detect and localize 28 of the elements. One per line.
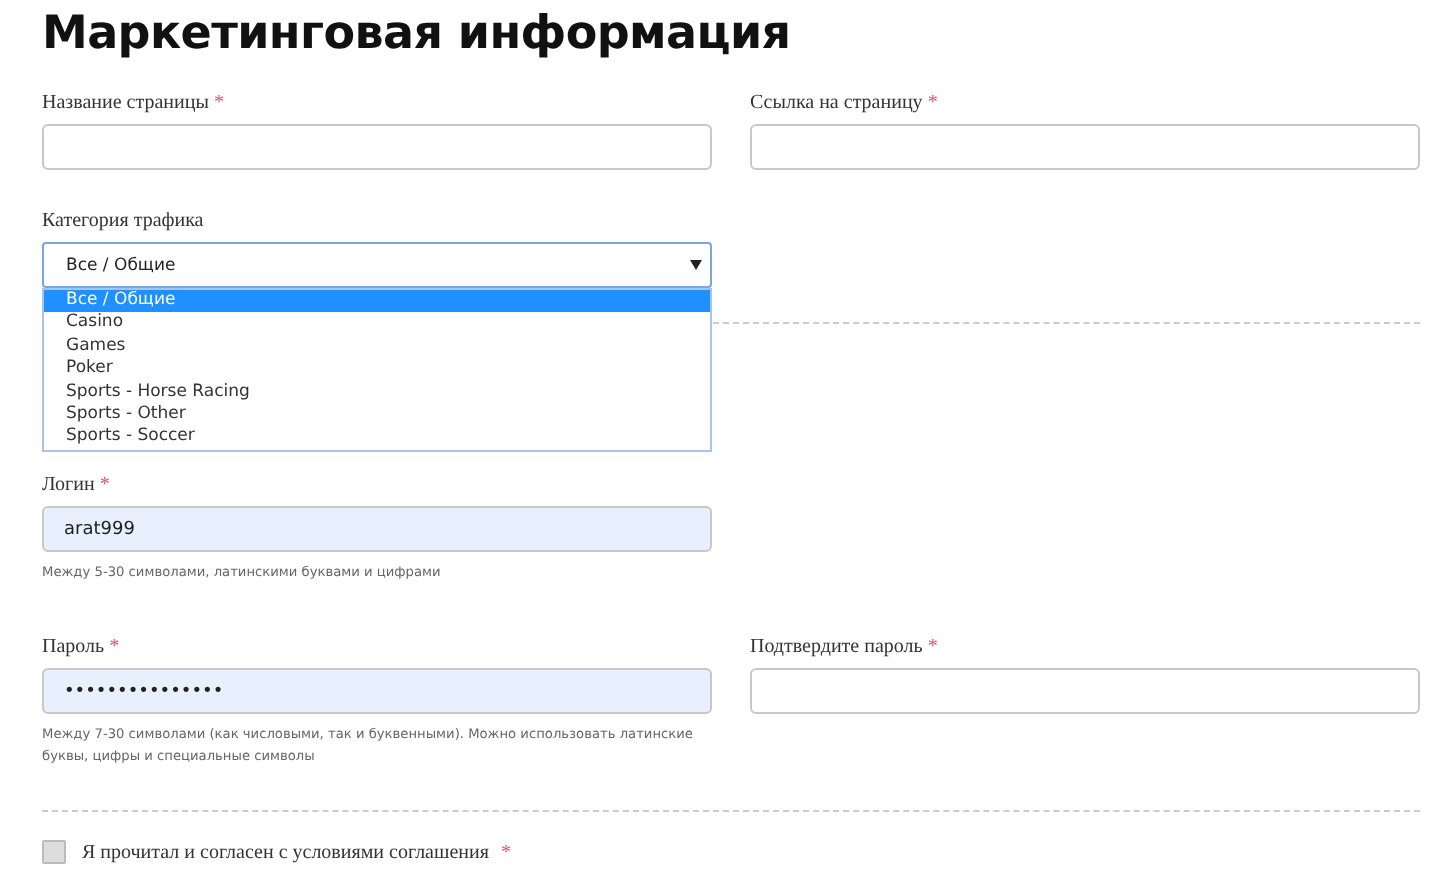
required-mark: * <box>109 636 120 658</box>
dropdown-option[interactable]: Games <box>44 335 710 359</box>
required-mark: * <box>99 474 110 496</box>
category-select[interactable]: Все / Общие <box>42 242 712 288</box>
dropdown-option[interactable]: Poker <box>44 358 710 382</box>
required-mark: * <box>927 636 938 658</box>
caret-icon <box>690 260 702 270</box>
field-label: Название страницы <box>42 92 209 114</box>
dropdown-option[interactable]: Sports - Other <box>44 404 710 427</box>
page-heading: Маркетинговая информация <box>42 8 793 60</box>
field-label: Логин <box>42 474 95 496</box>
login-field[interactable]: arat999 <box>42 506 712 552</box>
field-label: Категория трафика <box>42 210 204 232</box>
field-label: Ссылка на страницу <box>750 92 923 114</box>
dropdown-option[interactable]: Sports - Horse Racing <box>44 381 710 405</box>
required-mark: * <box>927 92 938 114</box>
text-field[interactable] <box>42 124 712 170</box>
password-field[interactable]: ••••••••••••••• <box>42 668 712 714</box>
required-mark: * <box>500 841 511 863</box>
field-label: Пароль <box>42 636 105 658</box>
dropdown-option[interactable]: Casino <box>44 312 710 336</box>
checkbox-label: Я прочитал и согласен с условиями соглашения <box>82 841 489 863</box>
text-field[interactable] <box>750 124 1420 170</box>
dropdown-option[interactable]: Sports - Soccer <box>44 426 710 450</box>
password-field[interactable] <box>750 668 1420 714</box>
field-label: Подтвердите пароль <box>750 636 923 658</box>
required-mark: * <box>213 92 224 114</box>
checkbox[interactable] <box>42 840 66 864</box>
